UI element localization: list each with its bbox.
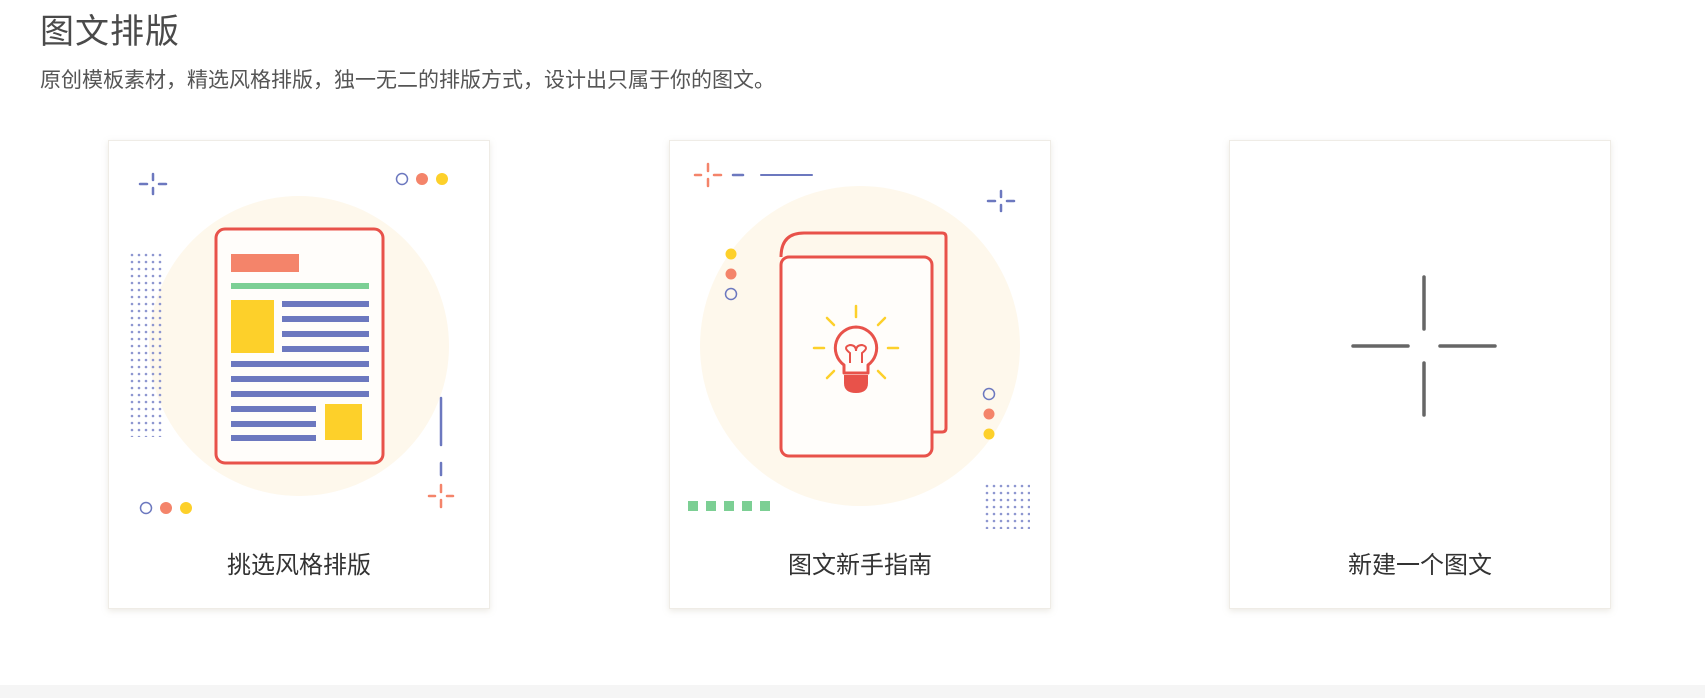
document-layout-icon: [127, 172, 455, 515]
bottom-bar: [0, 685, 1705, 698]
page-title: 图文排版: [40, 12, 180, 52]
card-label: 挑选风格排版: [227, 551, 371, 579]
card-label: 新建一个图文: [1348, 551, 1492, 579]
page-description: 原创模板素材，精选风格排版，独一无二的排版方式，设计出只属于你的图文。: [40, 68, 775, 92]
beginner-guide-card[interactable]: 图文新手指南: [669, 140, 1051, 609]
lightbulb-guide-icon: [688, 162, 1030, 529]
choose-style-layout-card[interactable]: 挑选风格排版: [108, 140, 490, 609]
plus-icon: [1351, 275, 1497, 417]
card-label: 图文新手指南: [788, 551, 932, 579]
create-new-article-card[interactable]: 新建一个图文: [1229, 140, 1611, 609]
